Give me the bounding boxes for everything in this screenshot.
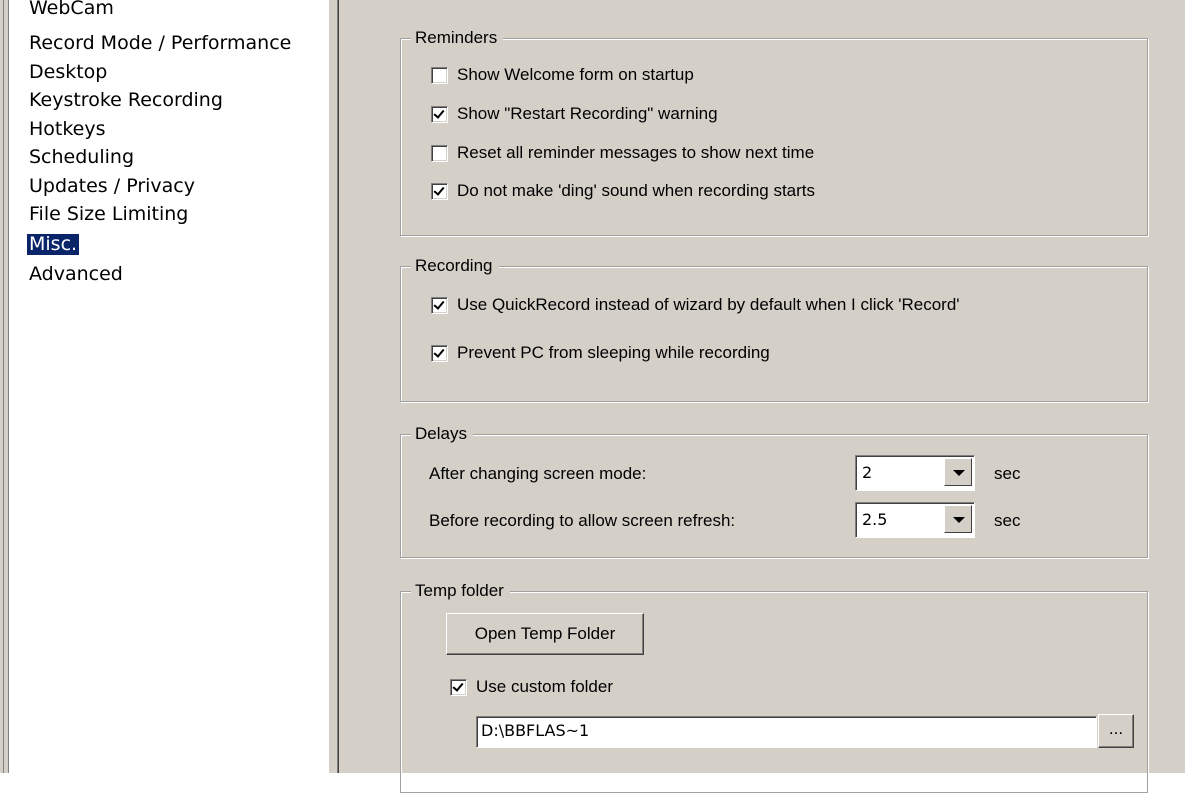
no-ding-checkbox[interactable]: Do not make 'ding' sound when recording … — [431, 181, 815, 201]
browse-folder-button[interactable]: ... — [1098, 714, 1134, 748]
chevron-down-icon[interactable] — [944, 458, 972, 486]
delays-group-title: Delays — [411, 423, 473, 445]
checkbox-box[interactable] — [431, 105, 448, 123]
checkbox-label: Use custom folder — [476, 677, 613, 696]
refresh-delay-label: Before recording to allow screen refresh… — [429, 511, 736, 530]
nav-item-advanced[interactable]: Advanced — [27, 264, 125, 285]
settings-category-list[interactable]: WebCam Record Mode / Performance Desktop… — [10, 0, 328, 773]
open-temp-folder-button[interactable]: Open Temp Folder — [446, 613, 644, 655]
checkbox-label: Show "Restart Recording" warning — [457, 104, 718, 123]
reset-reminders-checkbox[interactable]: Reset all reminder messages to show next… — [431, 143, 814, 163]
temp-folder-group: Temp folder Open Temp Folder Use custom … — [400, 580, 1148, 793]
nav-item-scheduling[interactable]: Scheduling — [27, 147, 136, 168]
checkbox-label: Use QuickRecord instead of wizard by def… — [457, 295, 960, 314]
nav-item-record-mode[interactable]: Record Mode / Performance — [27, 33, 293, 54]
combo-value: 2.5 — [862, 510, 888, 529]
nav-item-keystroke-recording[interactable]: Keystroke Recording — [27, 90, 225, 111]
screen-mode-delay-combo[interactable]: 2 — [855, 455, 975, 491]
combo-value: 2 — [862, 463, 873, 482]
nav-item-misc[interactable]: Misc. — [27, 234, 80, 255]
temp-folder-group-title: Temp folder — [411, 580, 510, 602]
checkbox-box[interactable] — [431, 344, 448, 362]
checkbox-box[interactable] — [450, 678, 467, 696]
nav-item-updates-privacy[interactable]: Updates / Privacy — [27, 176, 197, 197]
chevron-down-icon[interactable] — [944, 505, 972, 533]
checkbox-label: Prevent PC from sleeping while recording — [457, 343, 770, 362]
reminders-group: Reminders Show Welcome form on startup S… — [400, 27, 1148, 236]
refresh-delay-unit: sec — [994, 511, 1021, 530]
use-custom-folder-checkbox[interactable]: Use custom folder — [450, 677, 613, 697]
options-panel: Reminders Show Welcome form on startup S… — [347, 0, 1185, 793]
screen-mode-delay-unit: sec — [994, 464, 1021, 483]
path-value: D:\BBFLAS~1 — [481, 721, 590, 740]
checkbox-label: Reset all reminder messages to show next… — [457, 143, 815, 162]
restart-warning-checkbox[interactable]: Show "Restart Recording" warning — [431, 104, 718, 124]
show-welcome-checkbox[interactable]: Show Welcome form on startup — [431, 65, 694, 85]
quickrecord-checkbox[interactable]: Use QuickRecord instead of wizard by def… — [431, 295, 960, 315]
recording-group-title: Recording — [411, 255, 499, 277]
checkbox-label: Do not make 'ding' sound when recording … — [457, 181, 816, 200]
custom-folder-path-input[interactable]: D:\BBFLAS~1 — [476, 716, 1097, 748]
prevent-sleep-checkbox[interactable]: Prevent PC from sleeping while recording — [431, 343, 770, 363]
pane-splitter[interactable] — [328, 0, 347, 773]
checkbox-box[interactable] — [431, 182, 448, 200]
nav-item-file-size-limiting[interactable]: File Size Limiting — [27, 204, 190, 225]
refresh-delay-combo[interactable]: 2.5 — [855, 502, 975, 538]
delays-group: Delays After changing screen mode: 2 sec… — [400, 423, 1148, 558]
checkbox-box[interactable] — [431, 66, 448, 84]
reminders-group-title: Reminders — [411, 27, 504, 49]
checkbox-box[interactable] — [431, 296, 448, 314]
nav-item-hotkeys[interactable]: Hotkeys — [27, 119, 108, 140]
left-edge — [0, 0, 9, 773]
checkbox-box[interactable] — [431, 144, 448, 162]
recording-group: Recording Use QuickRecord instead of wiz… — [400, 255, 1148, 402]
screen-mode-delay-label: After changing screen mode: — [429, 464, 647, 483]
checkbox-label: Show Welcome form on startup — [457, 65, 694, 84]
nav-item-webcam[interactable]: WebCam — [27, 0, 116, 19]
nav-item-desktop[interactable]: Desktop — [27, 62, 109, 83]
